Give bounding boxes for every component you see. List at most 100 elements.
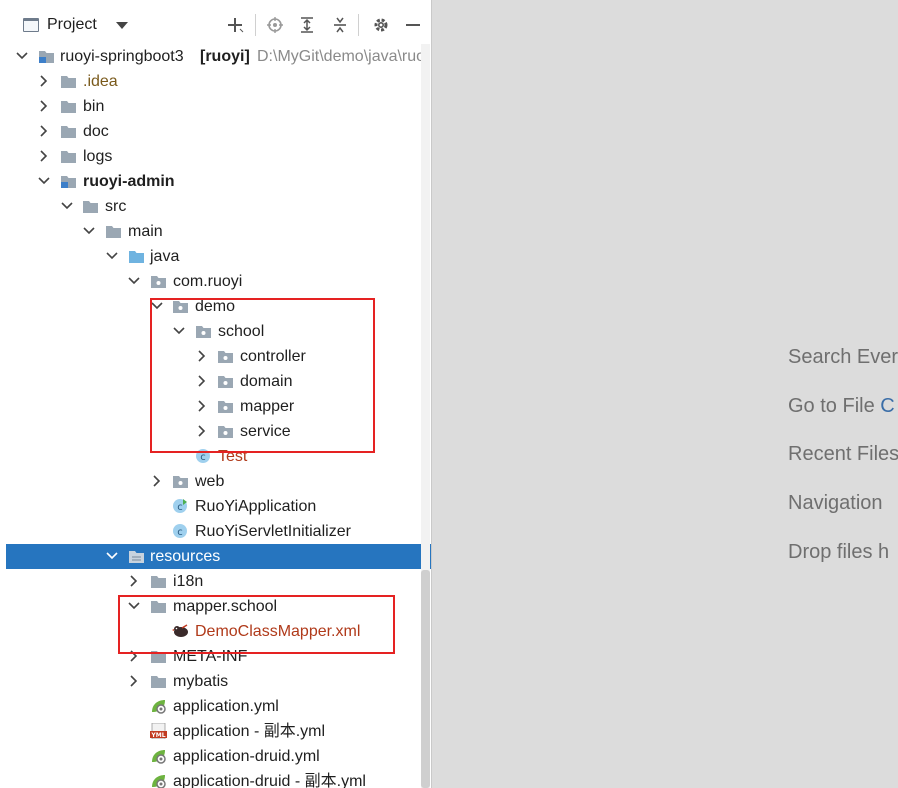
chevron-right-icon[interactable] — [37, 149, 51, 163]
tree-node-mybatis[interactable]: mybatis — [6, 669, 430, 694]
tree-node-logs[interactable]: logs — [6, 144, 430, 169]
tree-node-java[interactable]: java — [6, 244, 430, 269]
tree-label: application-druid.yml — [173, 748, 320, 765]
tree-label: doc — [83, 123, 109, 140]
tree-node-web[interactable]: web — [6, 469, 430, 494]
folder-icon — [150, 673, 167, 689]
tree-label: com.ruoyi — [173, 273, 243, 290]
folder-icon — [105, 223, 122, 239]
svg-text:c: c — [177, 527, 183, 538]
collapse-all-icon[interactable] — [329, 14, 351, 36]
folder-icon — [150, 573, 167, 589]
tree-node-application-druid-yml[interactable]: application-druid.yml — [6, 744, 430, 769]
tree-label: java — [150, 248, 180, 265]
chevron-down-icon[interactable] — [105, 249, 119, 263]
tree-label: RuoYiApplication — [195, 498, 317, 515]
chevron-down-icon[interactable] — [37, 174, 51, 188]
expand-all-icon[interactable] — [296, 14, 318, 36]
folder-icon — [60, 148, 77, 164]
chevron-right-icon[interactable] — [37, 124, 51, 138]
chevron-down-icon[interactable] — [60, 199, 74, 213]
spring-config-icon — [150, 773, 167, 788]
tree-label: RuoYiServletInitializer — [195, 523, 351, 540]
scrollbar-thumb[interactable] — [421, 570, 430, 788]
tree-node-application-copy-yml[interactable]: YML application - 副本.yml — [6, 719, 430, 744]
recent-files-hint: Recent Files — [788, 443, 898, 465]
gear-icon[interactable] — [370, 14, 392, 36]
tree-node-application-yml[interactable]: application.yml — [6, 694, 430, 719]
tree-node-src[interactable]: src — [6, 194, 430, 219]
chevron-right-icon[interactable] — [127, 574, 141, 588]
tree-node-doc[interactable]: doc — [6, 119, 430, 144]
tree-node-bin[interactable]: bin — [6, 94, 430, 119]
tree-node-ruoyi-admin[interactable]: ruoyi-admin — [6, 169, 430, 194]
go-to-file-label: Go to File — [788, 395, 881, 417]
tree-label: mybatis — [173, 673, 229, 690]
source-folder-icon — [128, 248, 145, 264]
chevron-down-icon[interactable] — [15, 49, 29, 63]
annotation-box-mapper-xml — [118, 595, 395, 654]
locate-icon[interactable] — [264, 14, 286, 36]
project-view-title[interactable]: Project — [47, 16, 97, 34]
resources-folder-icon — [128, 548, 145, 564]
folder-icon — [60, 123, 77, 139]
chevron-down-icon[interactable] — [105, 549, 119, 563]
tree-node-ruoyi-application[interactable]: c RuoYiApplication — [6, 494, 430, 519]
spring-config-icon — [150, 748, 167, 764]
project-tool-window: Project ruoyi-springboot3 [ruoyi] D:\MyG… — [0, 0, 431, 788]
tree-node-i18n[interactable]: i18n — [6, 569, 430, 594]
tree-label: application-druid - 副本.yml — [173, 773, 366, 788]
tree-label: application - 副本.yml — [173, 723, 326, 740]
search-everywhere-hint: Search Ever — [788, 346, 898, 368]
tree-label: application.yml — [173, 698, 279, 715]
minimize-icon[interactable] — [402, 14, 424, 36]
root-module-name: ruoyi-springboot3 — [60, 48, 184, 65]
shortcut-hint: C — [880, 395, 895, 417]
chevron-down-icon[interactable] — [127, 274, 141, 288]
svg-text:YML: YML — [150, 732, 165, 739]
folder-icon — [82, 198, 99, 214]
tree-node-resources[interactable]: resources — [6, 544, 431, 569]
chevron-down-icon[interactable] — [82, 224, 96, 238]
svg-text:c: c — [200, 452, 206, 463]
chevron-right-icon[interactable] — [127, 674, 141, 688]
tree-label: i18n — [173, 573, 204, 590]
module-folder-icon — [60, 173, 77, 189]
project-view-icon — [23, 18, 39, 32]
tree-label: resources — [150, 548, 221, 565]
spring-config-icon — [150, 698, 167, 714]
tree-label: logs — [83, 148, 113, 165]
folder-icon — [60, 98, 77, 114]
folder-icon — [60, 73, 77, 89]
chevron-right-icon[interactable] — [150, 474, 164, 488]
chevron-right-icon[interactable] — [37, 74, 51, 88]
tree-label: main — [128, 223, 163, 240]
go-to-file-hint: Go to File C — [788, 395, 895, 418]
tree-node-application-druid-copy-yml[interactable]: application-druid - 副本.yml — [6, 769, 430, 788]
editor-empty-area: Search Ever Go to File C Recent Files Na… — [431, 0, 898, 788]
tree-node-servlet-initializer[interactable]: c RuoYiServletInitializer — [6, 519, 430, 544]
root-module-tag: [ruoyi] — [200, 48, 250, 65]
spring-class-icon: c — [172, 498, 189, 514]
tree-label: bin — [83, 98, 105, 115]
navigation-hint: Navigation — [788, 492, 883, 514]
module-folder-icon — [38, 48, 55, 64]
tree-node-root[interactable]: ruoyi-springboot3 [ruoyi] D:\MyGit\demo\… — [6, 44, 430, 69]
yml-file-icon: YML — [150, 722, 167, 740]
tree-node-idea[interactable]: .idea — [6, 69, 430, 94]
add-icon[interactable] — [224, 14, 246, 36]
toolbar-separator — [358, 14, 359, 36]
svg-text:c: c — [177, 502, 183, 513]
class-icon: c — [172, 523, 189, 539]
tree-node-main[interactable]: main — [6, 219, 430, 244]
tree-label: ruoyi-admin — [83, 173, 175, 190]
chevron-down-icon[interactable] — [116, 22, 128, 29]
chevron-right-icon[interactable] — [37, 99, 51, 113]
tree-label: .idea — [83, 73, 118, 90]
annotation-box-demo-school — [150, 298, 375, 453]
root-module-path: D:\MyGit\demo\java\ruo — [257, 48, 426, 65]
tree-node-com-ruoyi[interactable]: com.ruoyi — [6, 269, 430, 294]
package-icon — [172, 473, 189, 489]
toolbar-separator — [255, 14, 256, 36]
tree-label: src — [105, 198, 127, 215]
